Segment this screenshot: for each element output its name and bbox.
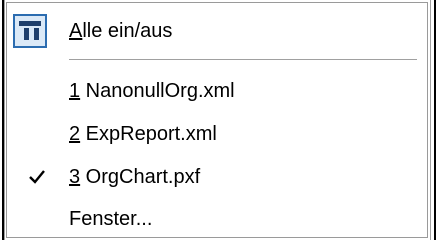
window-menu-dropdown: Alle ein/aus 1 NanonullOrg.xml 2 ExpRepo… — [6, 2, 428, 238]
menu-item-windows[interactable]: Fenster... — [7, 197, 427, 241]
menu-item-recent-3[interactable]: 3 OrgChart.pxf — [7, 155, 427, 199]
menu-separator — [69, 59, 417, 60]
menu-window: Alle ein/aus 1 NanonullOrg.xml 2 ExpRepo… — [0, 0, 436, 240]
menu-item-label: Fenster... — [69, 207, 153, 230]
menu-item-icon-area — [7, 9, 67, 53]
menu-item-recent-1[interactable]: 1 NanonullOrg.xml — [7, 69, 427, 113]
window-border-left — [2, 0, 5, 240]
menu-item-label: 3 OrgChart.pxf — [69, 165, 201, 188]
menu-item-label: Alle ein/aus — [69, 19, 173, 42]
menu-item-icon-area — [7, 69, 67, 113]
menu-item-label: 2 ExpReport.xml — [69, 122, 217, 145]
menu-item-icon-area — [7, 112, 67, 156]
menu-item-toggle-all[interactable]: Alle ein/aus — [7, 9, 427, 53]
menu-item-recent-2[interactable]: 2 ExpReport.xml — [7, 112, 427, 156]
menu-item-label: 1 NanonullOrg.xml — [69, 79, 235, 102]
menu-item-icon-area — [7, 155, 67, 199]
window-border-right — [430, 0, 436, 240]
menu-item-icon-area — [7, 197, 67, 241]
tile-windows-icon — [13, 14, 47, 48]
checkmark-icon — [29, 170, 45, 184]
